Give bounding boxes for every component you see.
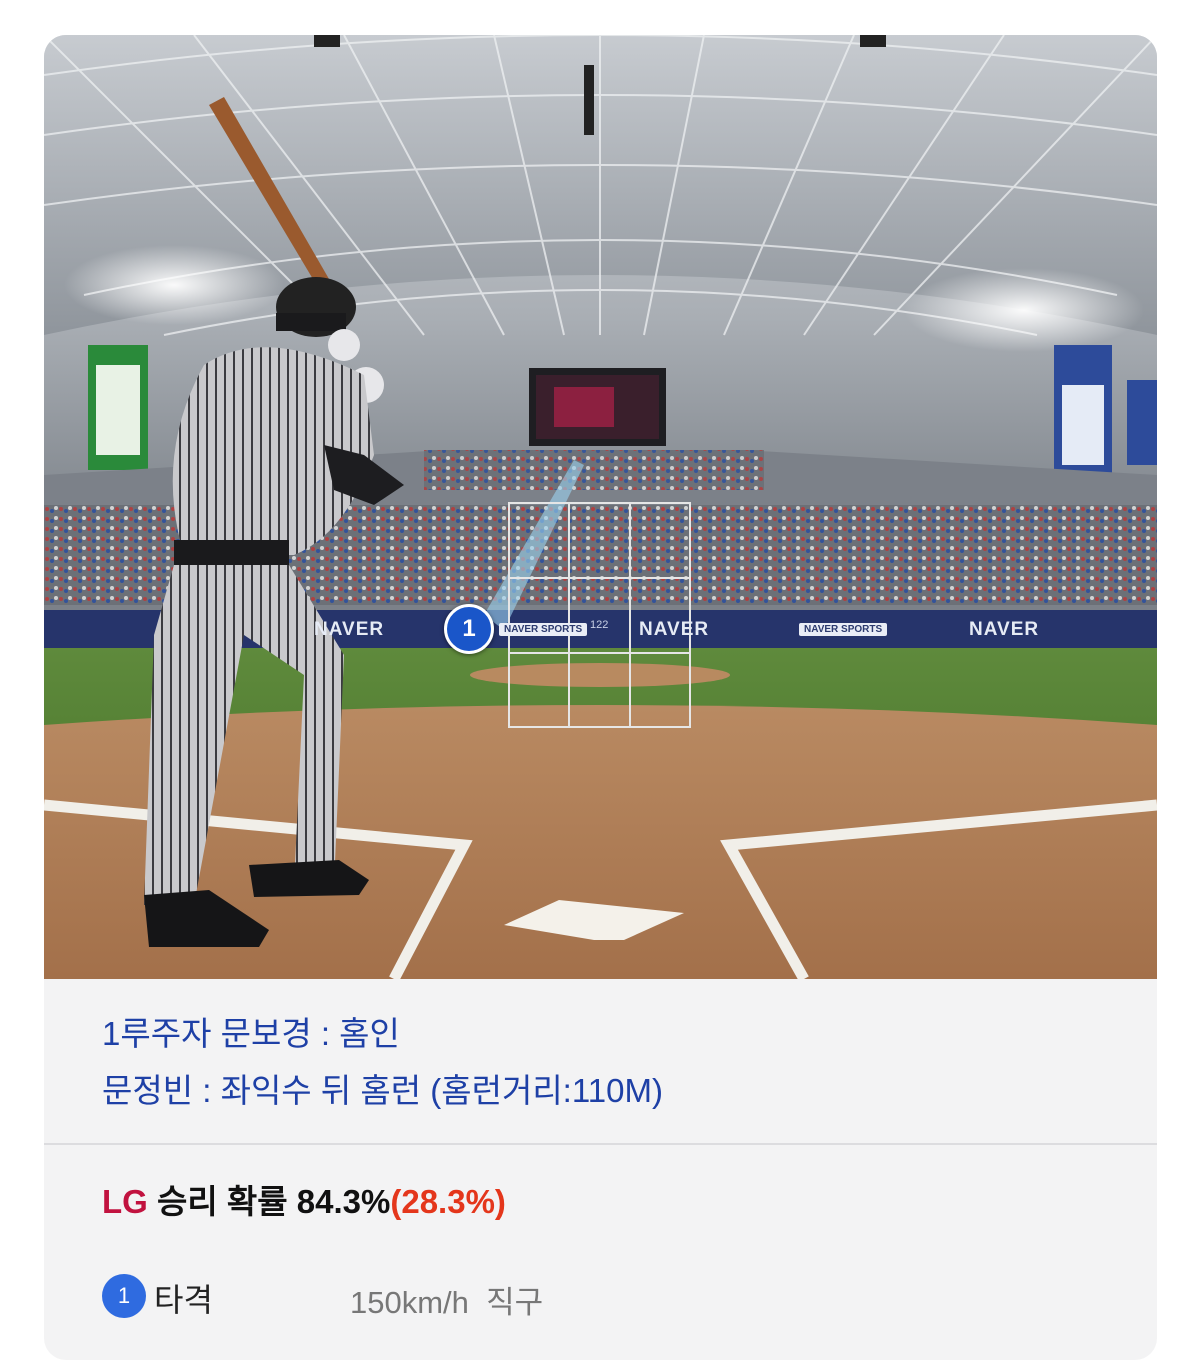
banner-naver-sports-1: NAVER SPORTS <box>499 623 588 636</box>
pitch-speed: 150km/h <box>350 1285 469 1320</box>
pitch-type: 직구 <box>486 1285 544 1320</box>
pitch-location-marker[interactable]: 1 <box>444 604 494 654</box>
win-probability-label: 승리 확률 <box>157 1183 288 1220</box>
event-line: 1루주자 문보경 : 홈인 <box>102 1015 400 1052</box>
divider <box>44 1143 1157 1145</box>
win-probability-value: 84.3% <box>296 1183 391 1220</box>
banner-naver-3: NAVER <box>969 619 1040 640</box>
stadium-illustration <box>44 35 1157 979</box>
banner-naver-1: NAVER <box>314 619 385 640</box>
banner-naver-sports-2: NAVER SPORTS <box>799 623 888 636</box>
stadium-scene: NAVER NAVER NAVER NAVER SPORTS NAVER SPO… <box>44 35 1157 979</box>
fence-number: 122 <box>590 619 609 631</box>
pitch-card: NAVER NAVER NAVER NAVER SPORTS NAVER SPO… <box>44 35 1157 1360</box>
pitch-number-badge: 1 <box>102 1274 146 1318</box>
pitch-result: 타격 <box>154 1282 213 1318</box>
event-line: 문정빈 : 좌익수 뒤 홈런 (홈런거리:110M) <box>102 1072 663 1109</box>
play-events: 1루주자 문보경 : 홈인 문정빈 : 좌익수 뒤 홈런 (홈런거리:110M) <box>44 979 1157 1144</box>
win-probability-delta: (28.3%) <box>390 1183 506 1220</box>
pitch-row[interactable]: 1 타격 150km/h 직구 <box>102 1272 1102 1320</box>
banner-naver-2: NAVER <box>639 619 710 640</box>
team-name: LG <box>102 1183 148 1220</box>
win-probability: LG 승리 확률 84.3%(28.3%) <box>102 1175 506 1223</box>
pitch-info: 150km/h 직구 <box>350 1277 543 1322</box>
